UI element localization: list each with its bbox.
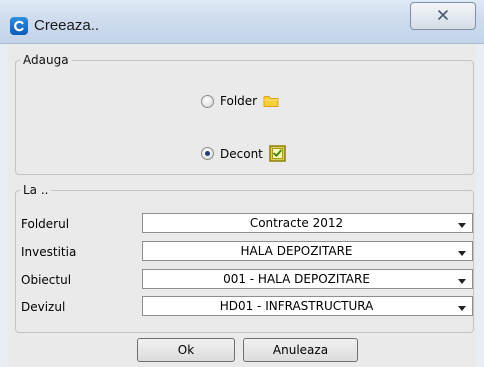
- folderul-value: Contracte 2012: [249, 216, 344, 230]
- dialog-body: Adauga Folder Decont La .. Folderul Cont…: [8, 44, 476, 367]
- folderul-label: Folderul: [21, 217, 70, 231]
- devizul-select[interactable]: HD01 - INFRASTRUCTURA: [142, 296, 473, 316]
- close-icon: [437, 9, 449, 24]
- title-bar[interactable]: Creeaza..: [0, 0, 484, 44]
- obiectul-value: 001 - HALA DEPOZITARE: [223, 272, 370, 286]
- devizul-label: Devizul: [21, 300, 66, 314]
- app-icon: [10, 17, 28, 35]
- investitia-label: Investitia: [21, 245, 77, 259]
- chevron-down-icon[interactable]: [452, 270, 472, 288]
- ok-button[interactable]: Ok: [137, 338, 235, 362]
- window-title: Creeaza..: [34, 17, 100, 34]
- radio-folder[interactable]: Folder: [201, 94, 280, 108]
- investitia-select[interactable]: HALA DEPOZITARE: [142, 241, 473, 261]
- radio-folder-label: Folder: [220, 94, 258, 108]
- chevron-down-icon[interactable]: [452, 242, 472, 260]
- checkmark-icon: [269, 145, 286, 162]
- devizul-value: HD01 - INFRASTRUCTURA: [219, 299, 374, 313]
- radio-decont-button[interactable]: [201, 147, 214, 160]
- folderul-select[interactable]: Contracte 2012: [142, 213, 473, 233]
- close-button[interactable]: [410, 2, 476, 30]
- chevron-down-icon[interactable]: [452, 297, 472, 315]
- investitia-value: HALA DEPOZITARE: [240, 244, 353, 258]
- adauga-legend: Adauga: [23, 53, 69, 67]
- cancel-button[interactable]: Anuleaza: [243, 338, 358, 362]
- dialog-window: Creeaza.. Adauga Folder Decont La .. Fol…: [0, 0, 484, 367]
- radio-decont[interactable]: Decont: [201, 145, 286, 162]
- folder-icon: [263, 94, 280, 108]
- obiectul-select[interactable]: 001 - HALA DEPOZITARE: [142, 269, 473, 289]
- chevron-down-icon[interactable]: [452, 214, 472, 232]
- radio-decont-label: Decont: [220, 146, 263, 161]
- obiectul-label: Obiectul: [21, 273, 72, 287]
- radio-folder-button[interactable]: [201, 94, 214, 108]
- la-legend: La ..: [23, 183, 49, 197]
